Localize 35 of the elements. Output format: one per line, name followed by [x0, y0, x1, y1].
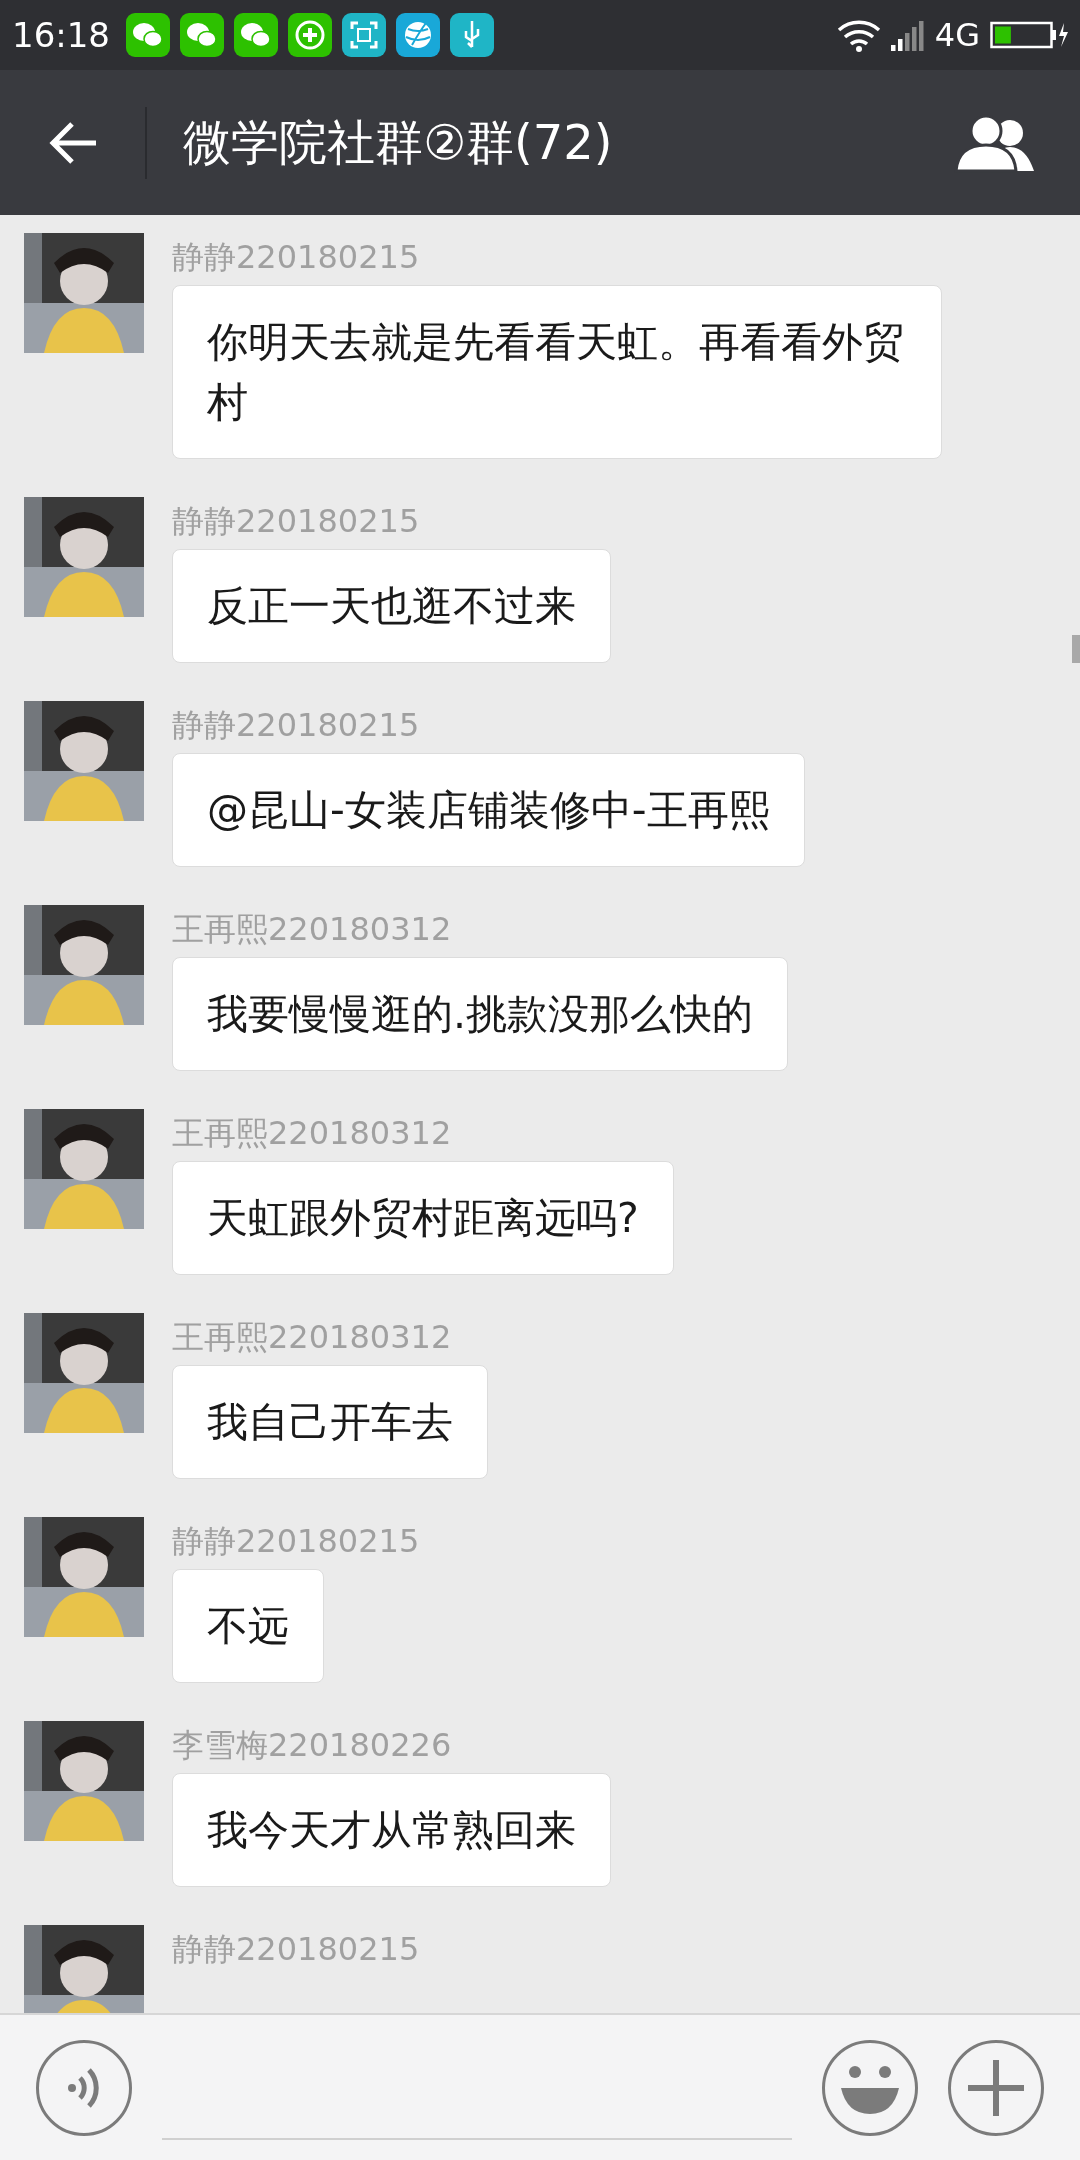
message-bubble[interactable]: @昆山-女装店铺装修中-王再熙 [172, 753, 805, 867]
sender-name: 王再熙220180312 [172, 1113, 452, 1153]
sender-name: 静静220180215 [172, 1521, 420, 1561]
battery-icon [990, 20, 1068, 50]
signal-icon [890, 19, 925, 51]
sender-name: 王再熙220180312 [172, 1317, 452, 1357]
scrollbar [1072, 635, 1080, 663]
sender-name: 王再熙220180312 [172, 909, 452, 949]
status-time: 16:18 [12, 15, 110, 55]
emoji-button[interactable] [822, 2039, 918, 2136]
sender-name: 静静220180215 [172, 705, 420, 745]
message-bubble[interactable]: 我自己开车去 [172, 1365, 488, 1479]
chat-title: 微学院社群②群(72) [183, 112, 614, 172]
sender-name: 静静220180215 [172, 501, 420, 541]
message-bubble[interactable]: 不远 [172, 1569, 324, 1683]
usb-icon [450, 13, 494, 57]
voice-button[interactable] [36, 2039, 132, 2136]
message-bubble[interactable]: 天虹跟外贸村距离远吗? [172, 1161, 674, 1275]
wifi-icon [836, 18, 881, 52]
scan-icon [342, 13, 386, 57]
chat-icon [234, 13, 278, 57]
chat-icon [126, 13, 170, 57]
chat-icon [180, 13, 224, 57]
message-bubble[interactable]: 我要慢慢逛的.挑款没那么快的 [172, 957, 789, 1071]
plus-icon [288, 13, 332, 57]
back-arrow-icon [47, 120, 98, 165]
sender-name: 静静220180215 [172, 1929, 420, 1969]
message-bubble[interactable]: 你明天去就是先看看天虹。再看看外贸村 [172, 285, 942, 459]
plus-icon [966, 2057, 1026, 2118]
message-bubble[interactable]: 反正一天也逛不过来 [172, 549, 611, 663]
add-button[interactable] [948, 2039, 1044, 2136]
sender-name: 静静220180215 [172, 237, 420, 277]
sender-name: 李雪梅220180226 [172, 1725, 452, 1765]
message-bubble[interactable]: 我今天才从常熟回来 [172, 1773, 611, 1887]
network-type: 4G [934, 16, 980, 54]
